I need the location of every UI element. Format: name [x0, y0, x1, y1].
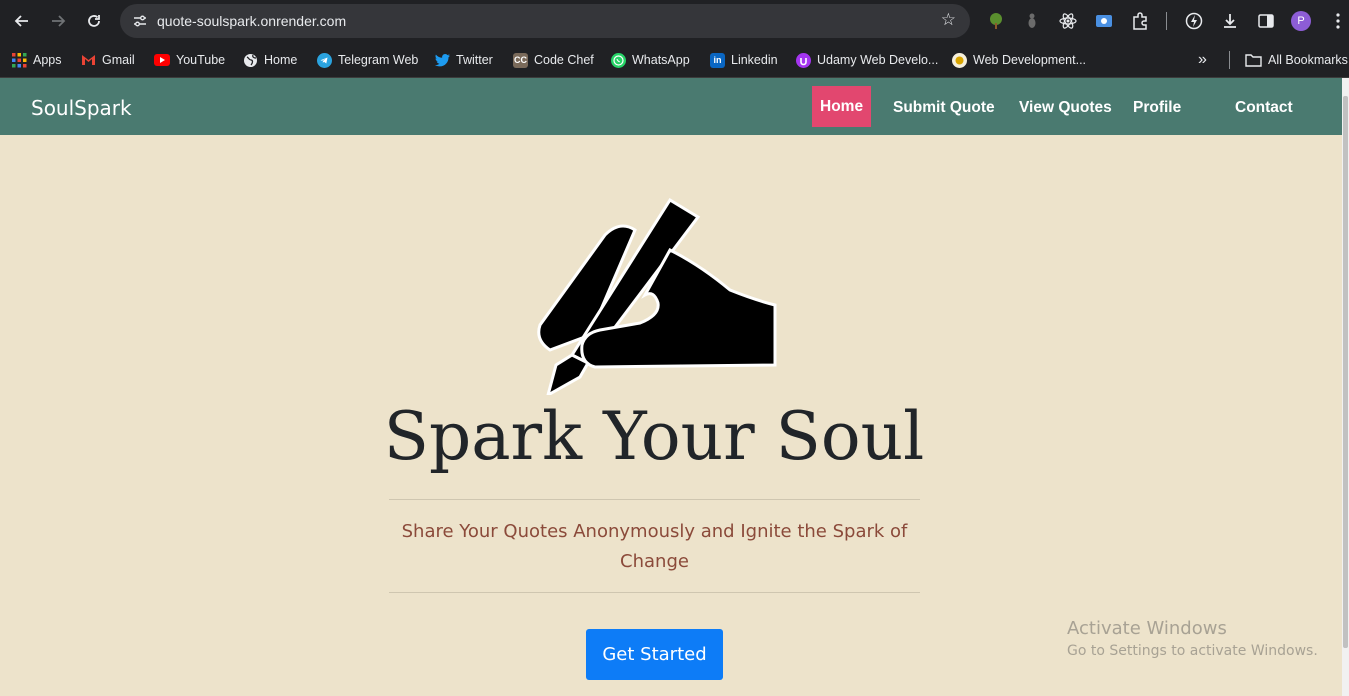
- reload-icon: [88, 15, 100, 27]
- site-navbar: SoulSpark Home Submit Quote View Quotes …: [0, 78, 1342, 135]
- site-brand[interactable]: SoulSpark: [31, 96, 132, 120]
- hero-divider-bottom: [389, 592, 920, 593]
- bookmark-label: Udamy Web Develo...: [817, 53, 939, 67]
- bookmarks-separator: [1229, 51, 1230, 69]
- reload-button[interactable]: [81, 8, 107, 34]
- gmail-icon: [82, 55, 95, 65]
- bookmark-label: WhatsApp: [632, 53, 690, 67]
- react-devtools-icon[interactable]: [1057, 10, 1079, 32]
- web-dev-icon: [952, 52, 967, 68]
- arrow-right-icon: [52, 15, 66, 27]
- whatsapp-icon: [611, 52, 626, 68]
- linkedin-icon: in: [710, 52, 725, 68]
- extensions-puzzle-icon[interactable]: [1129, 10, 1151, 32]
- page-scrollbar-thumb[interactable]: [1343, 96, 1348, 648]
- forward-button[interactable]: [45, 8, 71, 34]
- bookmark-web-development[interactable]: Web Development...: [952, 50, 1086, 70]
- udemy-icon: [796, 52, 811, 68]
- screen-capture-extension-icon[interactable]: [1093, 10, 1115, 32]
- download-icon[interactable]: [1219, 10, 1241, 32]
- bookmark-label: Code Chef: [534, 53, 594, 67]
- browser-toolbar: quote-soulspark.onrender.com ☆ P: [0, 0, 1349, 42]
- bookmark-youtube[interactable]: YouTube: [154, 50, 225, 70]
- bookmark-label: Telegram Web: [338, 53, 419, 67]
- back-button[interactable]: [9, 8, 35, 34]
- bookmark-star-icon[interactable]: ☆: [941, 10, 956, 30]
- bookmark-gmail[interactable]: Gmail: [81, 50, 135, 70]
- globe-icon: [244, 53, 257, 67]
- more-bookmarks-chevron-icon[interactable]: »: [1198, 50, 1207, 70]
- twitter-icon: [435, 53, 450, 66]
- bookmark-label: Home: [264, 53, 298, 67]
- address-bar[interactable]: quote-soulspark.onrender.com ☆: [120, 4, 970, 38]
- toolbar-separator: [1166, 12, 1167, 30]
- arrow-left-icon: [14, 15, 28, 27]
- bookmark-telegram[interactable]: Telegram Web: [317, 50, 418, 70]
- watermark-title: Activate Windows: [1067, 618, 1227, 639]
- telegram-icon: [317, 52, 332, 68]
- bookmark-label: Twitter: [456, 53, 493, 67]
- url-text[interactable]: quote-soulspark.onrender.com: [157, 13, 346, 29]
- kebab-menu-icon[interactable]: [1327, 10, 1349, 32]
- nav-home[interactable]: Home: [812, 86, 872, 127]
- get-started-button[interactable]: Get Started: [586, 629, 723, 680]
- windows-activation-watermark: Activate Windows Go to Settings to activ…: [1067, 618, 1318, 662]
- nav-profile[interactable]: Profile: [1133, 99, 1181, 117]
- folder-icon: [1245, 54, 1262, 67]
- apps-grid-icon: [12, 52, 27, 67]
- watermark-subtitle: Go to Settings to activate Windows.: [1067, 643, 1318, 659]
- bookmark-home[interactable]: Home: [243, 50, 297, 70]
- nav-contact[interactable]: Contact: [1235, 99, 1293, 117]
- tree-extension-icon[interactable]: [985, 10, 1007, 32]
- bookmark-label: YouTube: [176, 53, 226, 67]
- profile-avatar[interactable]: P: [1291, 11, 1311, 31]
- bookmark-label: Linkedin: [731, 53, 778, 67]
- nav-view-quotes[interactable]: View Quotes: [1019, 99, 1112, 117]
- bookmark-whatsapp[interactable]: WhatsApp: [611, 50, 690, 70]
- side-panel-icon[interactable]: [1255, 10, 1277, 32]
- shadow-extension-icon[interactable]: [1021, 10, 1043, 32]
- bookmark-codechef[interactable]: CC Code Chef: [513, 50, 594, 70]
- bookmarks-bar: Apps Gmail YouTube Home Telegram Web Twi…: [0, 42, 1349, 78]
- bookmark-twitter[interactable]: Twitter: [435, 50, 493, 70]
- all-bookmarks-folder[interactable]: All Bookmarks: [1245, 50, 1348, 70]
- hand-writing-pen-icon: [537, 197, 777, 395]
- hero-subtitle: Share Your Quotes Anonymously and Ignite…: [401, 521, 908, 572]
- site-info-button[interactable]: [128, 9, 152, 33]
- nav-submit-quote[interactable]: Submit Quote: [893, 99, 995, 117]
- tune-icon: [134, 15, 146, 27]
- bookmark-label: All Bookmarks: [1268, 53, 1348, 67]
- bookmark-label: Web Development...: [973, 53, 1087, 67]
- hero-title: Spark Your Soul: [383, 398, 925, 475]
- bookmark-label: Gmail: [102, 53, 135, 67]
- bookmark-linkedin[interactable]: in Linkedin: [710, 50, 778, 70]
- bookmark-label: Apps: [33, 53, 62, 67]
- bookmark-udemy[interactable]: Udamy Web Develo...: [796, 50, 938, 70]
- youtube-icon: [154, 54, 170, 66]
- performance-icon[interactable]: [1183, 10, 1205, 32]
- hero-divider-top: [389, 499, 920, 500]
- bookmark-apps[interactable]: Apps: [12, 50, 62, 70]
- codechef-icon: CC: [513, 52, 528, 68]
